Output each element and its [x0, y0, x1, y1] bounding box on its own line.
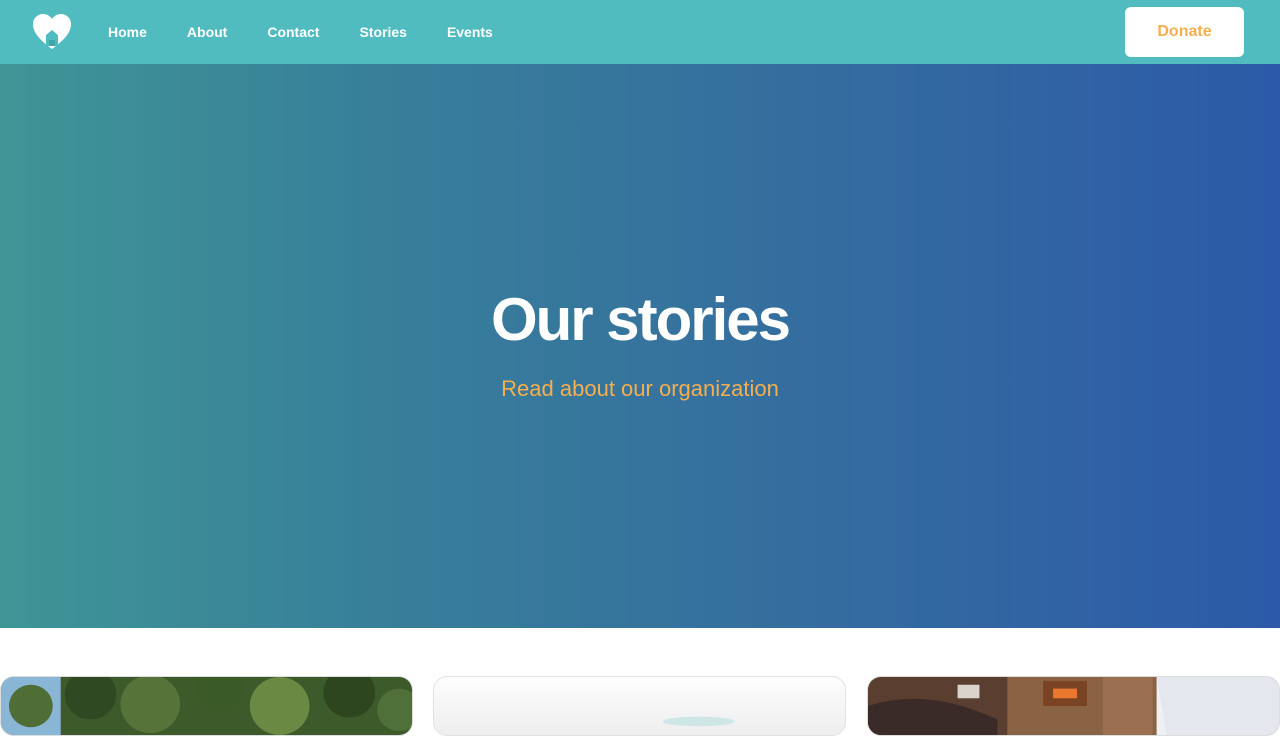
nav-events[interactable]: Events — [447, 24, 493, 40]
story-card[interactable] — [433, 676, 846, 736]
heart-home-icon — [33, 14, 71, 49]
logo[interactable] — [32, 13, 72, 51]
story-card[interactable] — [0, 676, 413, 736]
story-placeholder-image — [662, 716, 735, 727]
nav-contact[interactable]: Contact — [267, 24, 319, 40]
story-cards — [0, 676, 1280, 736]
top-navbar: Home About Contact Stories Events Donate — [0, 0, 1280, 64]
nav-about[interactable]: About — [187, 24, 227, 40]
page-subtitle: Read about our organization — [501, 376, 779, 401]
main-nav: Home About Contact Stories Events — [108, 0, 533, 64]
story-photo-trees — [1, 677, 412, 735]
nav-stories[interactable]: Stories — [359, 24, 406, 40]
nav-home[interactable]: Home — [108, 24, 147, 40]
story-card[interactable] — [867, 676, 1280, 736]
story-photo-storefront — [868, 677, 1279, 735]
donate-button[interactable]: Donate — [1125, 7, 1244, 57]
page-title: Our stories — [490, 286, 791, 353]
